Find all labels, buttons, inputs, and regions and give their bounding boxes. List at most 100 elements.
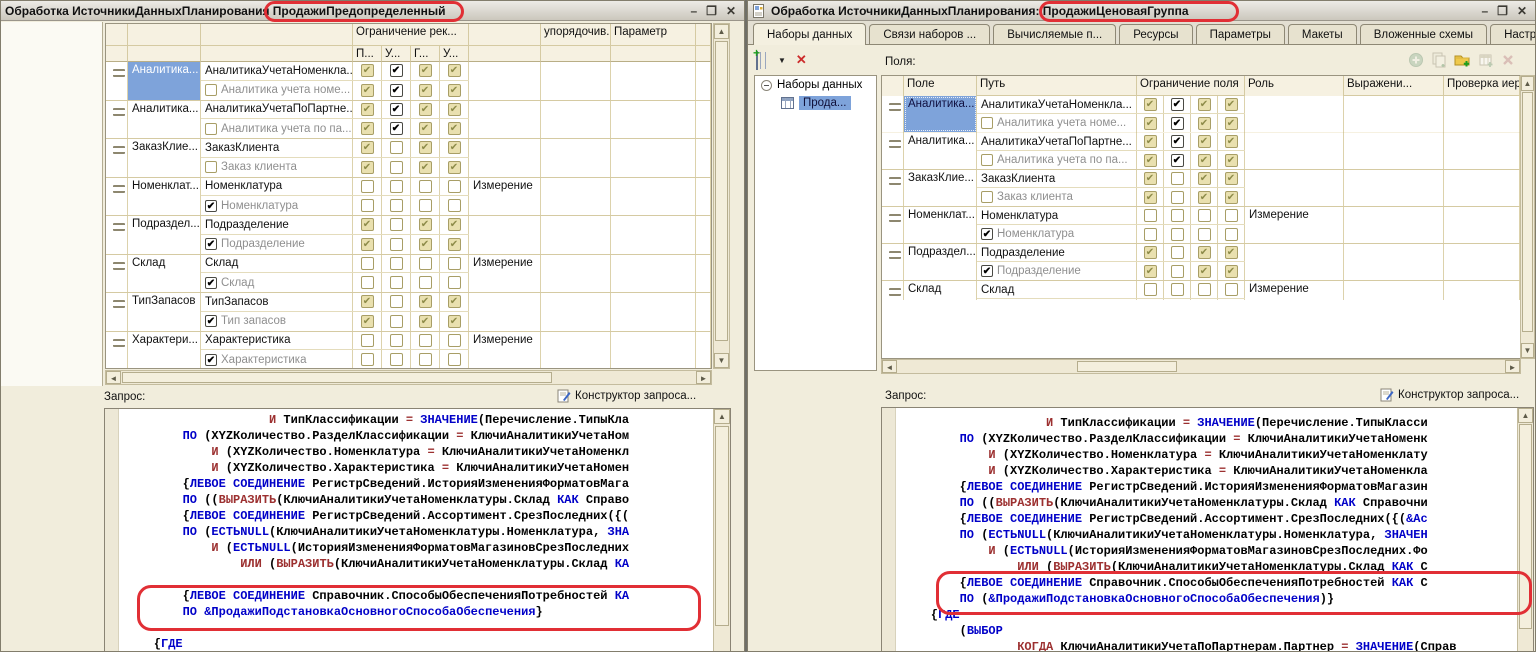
- row-handle[interactable]: [882, 133, 904, 169]
- checkbox[interactable]: [1144, 283, 1157, 296]
- checkbox[interactable]: [390, 315, 403, 328]
- field-name-cell[interactable]: ТипЗапасов: [128, 293, 201, 331]
- checkbox[interactable]: [1198, 209, 1211, 222]
- checkbox[interactable]: [419, 199, 432, 212]
- checkbox[interactable]: [1171, 191, 1184, 204]
- checkbox[interactable]: ✔: [1144, 246, 1157, 259]
- row-handle[interactable]: [882, 244, 904, 280]
- right-query-builder-link[interactable]: Конструктор запроса...: [1380, 388, 1519, 402]
- checkbox[interactable]: ✔: [1144, 172, 1157, 185]
- scroll-down-icon[interactable]: ▼: [714, 353, 729, 368]
- field-name-cell[interactable]: ЗаказКлие...: [904, 170, 977, 206]
- checkbox[interactable]: ✔: [448, 122, 461, 135]
- field-name-cell[interactable]: Аналитика...: [128, 62, 201, 100]
- close-button[interactable]: ✕: [1517, 4, 1527, 18]
- row-handle[interactable]: [106, 62, 128, 100]
- field-name-cell[interactable]: Склад: [128, 255, 201, 293]
- row-handle[interactable]: [882, 281, 904, 300]
- right-table-hscrollbar[interactable]: ◄ ►: [881, 359, 1521, 374]
- checkbox[interactable]: [205, 84, 217, 96]
- checkbox[interactable]: [981, 191, 993, 203]
- checkbox[interactable]: ✔: [419, 161, 432, 174]
- path-cell[interactable]: Характеристика: [201, 332, 353, 350]
- checkbox[interactable]: [419, 353, 432, 366]
- checkbox[interactable]: [1171, 265, 1184, 278]
- add-nested-grid-icon[interactable]: [1478, 52, 1494, 68]
- table-row[interactable]: Номенклат...Номенклатура✔НоменклатураИзм…: [106, 178, 711, 217]
- checkbox[interactable]: ✔: [419, 141, 432, 154]
- tab-6[interactable]: Макеты: [1288, 24, 1357, 44]
- checkbox[interactable]: ✔: [1144, 98, 1157, 111]
- path-cell[interactable]: ✔Подразделение: [977, 262, 1137, 280]
- checkbox[interactable]: ✔: [361, 64, 374, 77]
- path-cell[interactable]: ✔Подразделение: [201, 235, 353, 254]
- checkbox[interactable]: ✔: [419, 64, 432, 77]
- checkbox[interactable]: [1171, 283, 1184, 296]
- path-cell[interactable]: Заказ клиента: [201, 158, 353, 177]
- field-name-cell[interactable]: Аналитика...: [904, 96, 977, 132]
- checkbox[interactable]: [1171, 172, 1184, 185]
- checkbox[interactable]: ✔: [205, 315, 217, 327]
- row-handle[interactable]: [106, 139, 128, 177]
- checkbox[interactable]: ✔: [1198, 154, 1211, 167]
- left-query-builder-link[interactable]: Конструктор запроса...: [557, 389, 696, 403]
- checkbox[interactable]: ✔: [1171, 98, 1184, 111]
- right-query-editor[interactable]: И ТипКлассификации = ЗНАЧЕНИЕ(Перечислен…: [881, 407, 1534, 652]
- checkbox[interactable]: [361, 199, 374, 212]
- checkbox[interactable]: [448, 199, 461, 212]
- checkbox[interactable]: ✔: [1198, 117, 1211, 130]
- left-table-vscrollbar[interactable]: ▲ ▼: [713, 23, 730, 369]
- checkbox[interactable]: ✔: [448, 103, 461, 116]
- checkbox[interactable]: ✔: [981, 228, 993, 240]
- checkbox[interactable]: [448, 334, 461, 347]
- checkbox[interactable]: [419, 180, 432, 193]
- scroll-up-icon[interactable]: ▲: [1518, 408, 1533, 423]
- scroll-up-icon[interactable]: ▲: [714, 24, 729, 39]
- checkbox[interactable]: ✔: [361, 161, 374, 174]
- checkbox[interactable]: ✔: [361, 84, 374, 97]
- checkbox[interactable]: [1171, 246, 1184, 259]
- checkbox[interactable]: [1171, 228, 1184, 241]
- checkbox[interactable]: ✔: [419, 315, 432, 328]
- path-cell[interactable]: Аналитика учета по па...: [201, 119, 353, 138]
- checkbox[interactable]: [390, 353, 403, 366]
- scroll-up-icon[interactable]: ▲: [1521, 76, 1534, 91]
- checkbox[interactable]: [361, 334, 374, 347]
- checkbox[interactable]: ✔: [419, 103, 432, 116]
- table-row[interactable]: Подраздел...Подразделение✔✔✔✔Подразделен…: [882, 244, 1520, 281]
- checkbox[interactable]: ✔: [1171, 117, 1184, 130]
- checkbox[interactable]: [205, 123, 217, 135]
- checkbox[interactable]: [390, 180, 403, 193]
- tab-1[interactable]: Наборы данных: [753, 23, 866, 45]
- table-row[interactable]: ЗаказКлие...ЗаказКлиента✔✔✔Заказ клиента…: [882, 170, 1520, 207]
- field-name-cell[interactable]: Характери...: [128, 332, 201, 370]
- left-query-editor[interactable]: И ТипКлассификации = ЗНАЧЕНИЕ(Перечислен…: [104, 408, 731, 652]
- checkbox[interactable]: [448, 353, 461, 366]
- checkbox[interactable]: [981, 117, 993, 129]
- checkbox[interactable]: ✔: [361, 218, 374, 231]
- minimize-button[interactable]: –: [690, 4, 697, 18]
- minimize-button[interactable]: –: [1481, 4, 1488, 18]
- table-row[interactable]: СкладСклад✔СкладИзмерение: [882, 281, 1520, 300]
- path-cell[interactable]: АналитикаУчетаНоменкла...: [977, 96, 1137, 113]
- table-row[interactable]: Аналитика...АналитикаУчетаНоменкла...✔✔✔…: [106, 62, 711, 101]
- copy-field-icon[interactable]: [1431, 52, 1447, 68]
- checkbox[interactable]: [205, 161, 217, 173]
- checkbox[interactable]: [361, 276, 374, 289]
- checkbox[interactable]: ✔: [448, 295, 461, 308]
- checkbox[interactable]: ✔: [390, 64, 403, 77]
- path-cell[interactable]: Аналитика учета номе...: [201, 81, 353, 100]
- right-query-vscrollbar[interactable]: ▲: [1517, 408, 1533, 651]
- scroll-left-icon[interactable]: ◄: [882, 360, 897, 373]
- tab-4[interactable]: Ресурсы: [1119, 24, 1192, 44]
- scroll-right-icon[interactable]: ►: [1505, 360, 1520, 373]
- checkbox[interactable]: [448, 180, 461, 193]
- table-row[interactable]: Аналитика...АналитикаУчетаПоПартне...✔✔✔…: [882, 133, 1520, 170]
- checkbox[interactable]: ✔: [1225, 246, 1238, 259]
- close-button[interactable]: ✕: [726, 4, 736, 18]
- checkbox[interactable]: ✔: [1198, 98, 1211, 111]
- add-field-icon[interactable]: [1408, 52, 1424, 68]
- checkbox[interactable]: [390, 257, 403, 270]
- scroll-right-icon[interactable]: ►: [696, 371, 711, 384]
- field-name-cell[interactable]: Номенклат...: [128, 178, 201, 216]
